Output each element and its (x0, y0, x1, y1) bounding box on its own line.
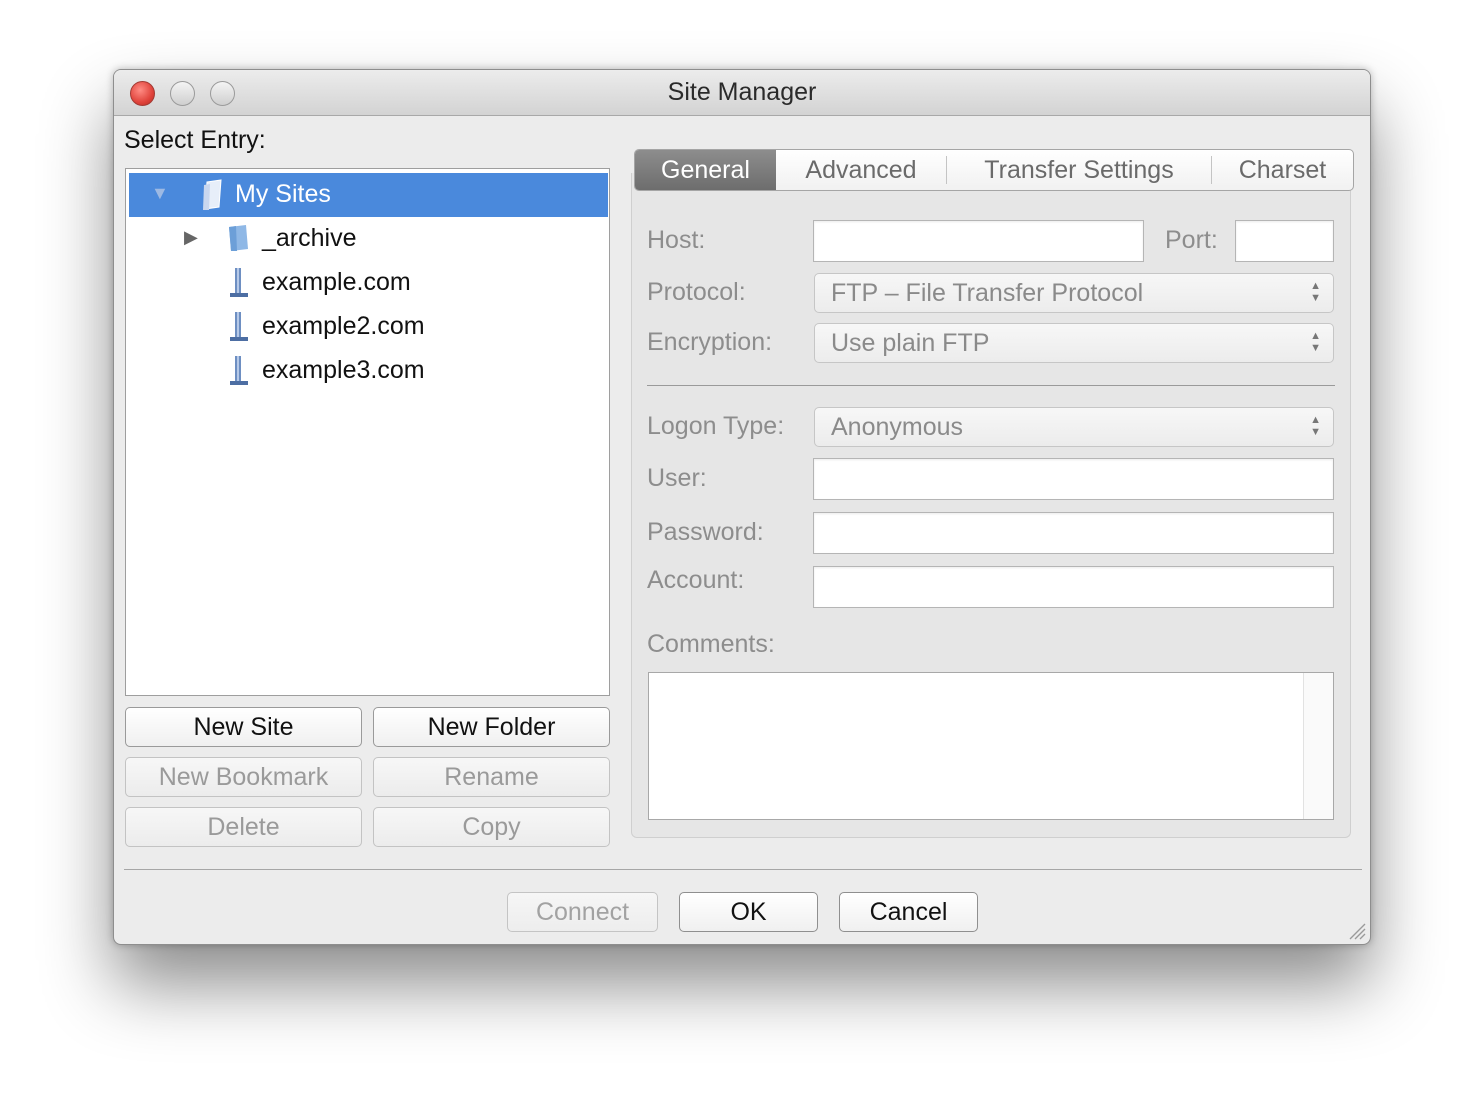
encryption-select-value: Use plain FTP (831, 329, 990, 357)
select-arrows-icon: ▲ ▼ (1310, 414, 1321, 438)
tree-item-my-sites[interactable]: ▼ My Sites (129, 173, 608, 217)
tree-item-archive[interactable]: ▶ _archive (126, 217, 609, 261)
protocol-select[interactable]: FTP – File Transfer Protocol ▲ ▼ (814, 273, 1334, 313)
comments-label: Comments: (647, 630, 775, 658)
tree-item-example3-com[interactable]: example3.com (126, 349, 609, 393)
account-input[interactable] (813, 566, 1334, 608)
new-site-button[interactable]: New Site (125, 707, 362, 747)
server-icon (228, 267, 250, 306)
title-bar: Site Manager (114, 70, 1370, 116)
comments-scrollbar[interactable] (1303, 673, 1333, 819)
section-divider (647, 385, 1335, 386)
footer-divider (124, 869, 1362, 870)
protocol-label: Protocol: (647, 278, 746, 306)
password-input[interactable] (813, 512, 1334, 554)
server-icon (228, 311, 250, 350)
select-arrows-icon: ▲ ▼ (1310, 330, 1321, 354)
window-title: Site Manager (667, 78, 817, 106)
logon-type-label: Logon Type: (647, 412, 785, 440)
copy-button[interactable]: Copy (373, 807, 610, 847)
account-label: Account: (647, 566, 745, 594)
tab-bar: General Advanced Transfer Settings Chars… (634, 149, 1354, 191)
tab-charset[interactable]: Charset (1212, 150, 1353, 190)
host-label: Host: (647, 226, 706, 254)
ok-button[interactable]: OK (679, 892, 818, 932)
select-entry-label: Select Entry: (124, 126, 266, 154)
cancel-button[interactable]: Cancel (839, 892, 978, 932)
delete-button[interactable]: Delete (125, 807, 362, 847)
port-label: Port: (1165, 226, 1218, 254)
user-label: User: (647, 464, 707, 492)
tab-general[interactable]: General (635, 150, 776, 190)
disclosure-expanded-icon[interactable]: ▼ (151, 183, 169, 204)
protocol-select-value: FTP – File Transfer Protocol (831, 279, 1144, 307)
host-input[interactable] (813, 220, 1144, 262)
password-label: Password: (647, 518, 764, 546)
new-folder-button[interactable]: New Folder (373, 707, 610, 747)
comments-textarea[interactable] (648, 672, 1334, 820)
tab-transfer-settings[interactable]: Transfer Settings (947, 150, 1211, 190)
tree-item-example2-com[interactable]: example2.com (126, 305, 609, 349)
new-bookmark-button[interactable]: New Bookmark (125, 757, 362, 797)
logon-type-select[interactable]: Anonymous ▲ ▼ (814, 407, 1334, 447)
rename-button[interactable]: Rename (373, 757, 610, 797)
site-tree[interactable]: ▼ My Sites ▶ _archive example.com exampl… (125, 168, 610, 696)
select-arrows-icon: ▲ ▼ (1310, 280, 1321, 304)
encryption-label: Encryption: (647, 328, 773, 356)
folder-icon (226, 223, 252, 260)
logon-type-select-value: Anonymous (831, 413, 964, 441)
sites-root-icon (201, 179, 225, 218)
resize-grip-icon[interactable] (1348, 922, 1366, 940)
tab-advanced[interactable]: Advanced (776, 150, 946, 190)
site-manager-window: Site Manager Select Entry: ▼ My Sites ▶ … (113, 69, 1371, 945)
encryption-select[interactable]: Use plain FTP ▲ ▼ (814, 323, 1334, 363)
server-icon (228, 355, 250, 394)
connect-button[interactable]: Connect (507, 892, 658, 932)
user-input[interactable] (813, 458, 1334, 500)
port-input[interactable] (1235, 220, 1334, 262)
tree-item-example-com[interactable]: example.com (126, 261, 609, 305)
disclosure-collapsed-icon[interactable]: ▶ (184, 227, 198, 248)
